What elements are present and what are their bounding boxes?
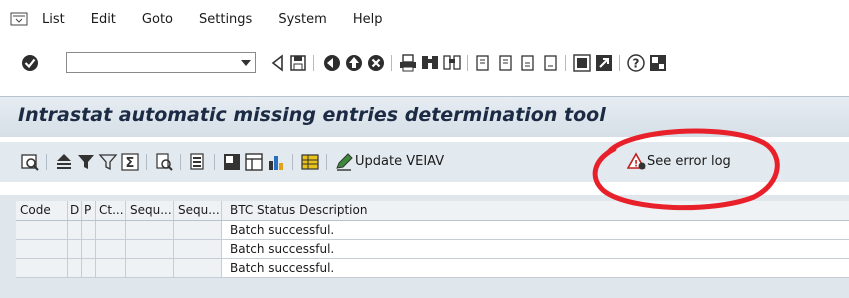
details-icon[interactable] bbox=[20, 152, 40, 172]
command-field-wrapper bbox=[66, 52, 256, 73]
last-page-icon[interactable] bbox=[540, 53, 560, 73]
green-back-icon[interactable] bbox=[322, 53, 342, 73]
abc-analysis-icon[interactable] bbox=[300, 152, 320, 172]
update-veiav-button[interactable]: Update VEIAV bbox=[355, 154, 444, 169]
application-toolbar: Σ Update VEIAV ! See error log bbox=[0, 142, 849, 182]
save-icon[interactable] bbox=[288, 53, 308, 73]
update-veiav-icon[interactable] bbox=[334, 152, 354, 172]
column-header-code[interactable]: Code bbox=[16, 201, 68, 220]
table-header: Code D P Ct... Sequ... Sequ... BTC Statu… bbox=[16, 201, 849, 221]
help-icon[interactable]: ? bbox=[626, 53, 646, 73]
table-row[interactable]: Batch successful. bbox=[16, 240, 849, 259]
cell-d bbox=[68, 221, 82, 239]
table-row[interactable]: Batch successful. bbox=[16, 259, 849, 278]
cell-p bbox=[82, 240, 96, 258]
cell-sequence-2 bbox=[174, 259, 222, 277]
menu-goto[interactable]: Goto bbox=[142, 12, 173, 27]
menu-system[interactable]: System bbox=[278, 12, 326, 27]
toolbar-separator bbox=[292, 154, 293, 170]
toolbar-separator bbox=[565, 55, 566, 71]
toolbar-separator bbox=[180, 154, 181, 170]
see-error-log-button[interactable]: See error log bbox=[647, 154, 731, 169]
toolbar-separator bbox=[326, 154, 327, 170]
cell-d bbox=[68, 240, 82, 258]
back-arrow-icon[interactable] bbox=[268, 53, 288, 73]
cell-sequence-1 bbox=[126, 221, 174, 239]
previous-page-icon[interactable] bbox=[496, 53, 516, 73]
enter-icon[interactable] bbox=[20, 53, 40, 73]
find-icon[interactable] bbox=[420, 53, 440, 73]
results-table: Code D P Ct... Sequ... Sequ... BTC Statu… bbox=[0, 195, 849, 298]
change-layout-icon[interactable] bbox=[244, 152, 264, 172]
menu-settings[interactable]: Settings bbox=[199, 12, 252, 27]
exit-icon[interactable] bbox=[344, 53, 364, 73]
cell-p bbox=[82, 259, 96, 277]
shortcut-icon[interactable] bbox=[594, 53, 614, 73]
menu-edit[interactable]: Edit bbox=[91, 12, 116, 27]
next-page-icon[interactable] bbox=[518, 53, 538, 73]
cell-code bbox=[16, 259, 68, 277]
cell-ct bbox=[96, 221, 126, 239]
column-header-sequence-1[interactable]: Sequ... bbox=[126, 201, 174, 220]
column-header-p[interactable]: P bbox=[82, 201, 96, 220]
error-log-icon[interactable]: ! bbox=[627, 152, 647, 172]
graphic-icon[interactable] bbox=[266, 152, 286, 172]
column-header-d[interactable]: D bbox=[68, 201, 82, 220]
print-icon[interactable] bbox=[398, 53, 418, 73]
choose-layout-icon[interactable] bbox=[222, 152, 242, 172]
cell-p bbox=[82, 221, 96, 239]
new-session-icon[interactable] bbox=[572, 53, 592, 73]
svg-text:Σ: Σ bbox=[126, 156, 135, 171]
export-spreadsheet-icon[interactable] bbox=[188, 152, 208, 172]
find-next-icon[interactable] bbox=[442, 53, 462, 73]
first-page-icon[interactable] bbox=[474, 53, 494, 73]
toolbar-separator bbox=[391, 55, 392, 71]
column-header-ct[interactable]: Ct... bbox=[96, 201, 126, 220]
cell-ct bbox=[96, 259, 126, 277]
cell-code bbox=[16, 240, 68, 258]
cell-sequence-2 bbox=[174, 221, 222, 239]
cancel-icon[interactable] bbox=[366, 53, 386, 73]
cell-ct bbox=[96, 240, 126, 258]
cell-btc-status-description: Batch successful. bbox=[222, 240, 849, 258]
toolbar-separator bbox=[619, 55, 620, 71]
menu-bar: List Edit Goto Settings System Help bbox=[0, 0, 849, 38]
standard-toolbar: ? bbox=[0, 46, 849, 80]
chevron-down-icon[interactable] bbox=[240, 58, 252, 68]
cell-btc-status-description: Batch successful. bbox=[222, 221, 849, 239]
toolbar-separator bbox=[214, 154, 215, 170]
sort-ascending-icon[interactable] bbox=[54, 152, 74, 172]
svg-text:?: ? bbox=[633, 57, 640, 71]
system-menu-icon[interactable] bbox=[10, 12, 28, 26]
customize-layout-icon[interactable] bbox=[648, 53, 668, 73]
column-header-btc-status-description[interactable]: BTC Status Description bbox=[222, 201, 849, 220]
filter-set-icon[interactable] bbox=[76, 152, 96, 172]
cell-btc-status-description: Batch successful. bbox=[222, 259, 849, 277]
table-row[interactable]: Batch successful. bbox=[16, 221, 849, 240]
filter-icon[interactable] bbox=[98, 152, 118, 172]
cell-sequence-2 bbox=[174, 240, 222, 258]
toolbar-separator bbox=[146, 154, 147, 170]
cell-code bbox=[16, 221, 68, 239]
menu-help[interactable]: Help bbox=[353, 12, 383, 27]
column-header-sequence-2[interactable]: Sequ... bbox=[174, 201, 222, 220]
command-field[interactable] bbox=[67, 53, 243, 72]
menu-list[interactable]: List bbox=[42, 12, 65, 27]
cell-sequence-1 bbox=[126, 259, 174, 277]
print-preview-icon[interactable] bbox=[154, 152, 174, 172]
title-bar: Intrastat automatic missing entries dete… bbox=[0, 96, 849, 137]
cell-sequence-1 bbox=[126, 240, 174, 258]
svg-text:!: ! bbox=[634, 160, 638, 170]
page-title: Intrastat automatic missing entries dete… bbox=[18, 104, 606, 126]
cell-d bbox=[68, 259, 82, 277]
toolbar-separator bbox=[313, 55, 314, 71]
total-sum-icon[interactable]: Σ bbox=[120, 152, 140, 172]
toolbar-separator bbox=[46, 154, 47, 170]
toolbar-separator bbox=[467, 55, 468, 71]
